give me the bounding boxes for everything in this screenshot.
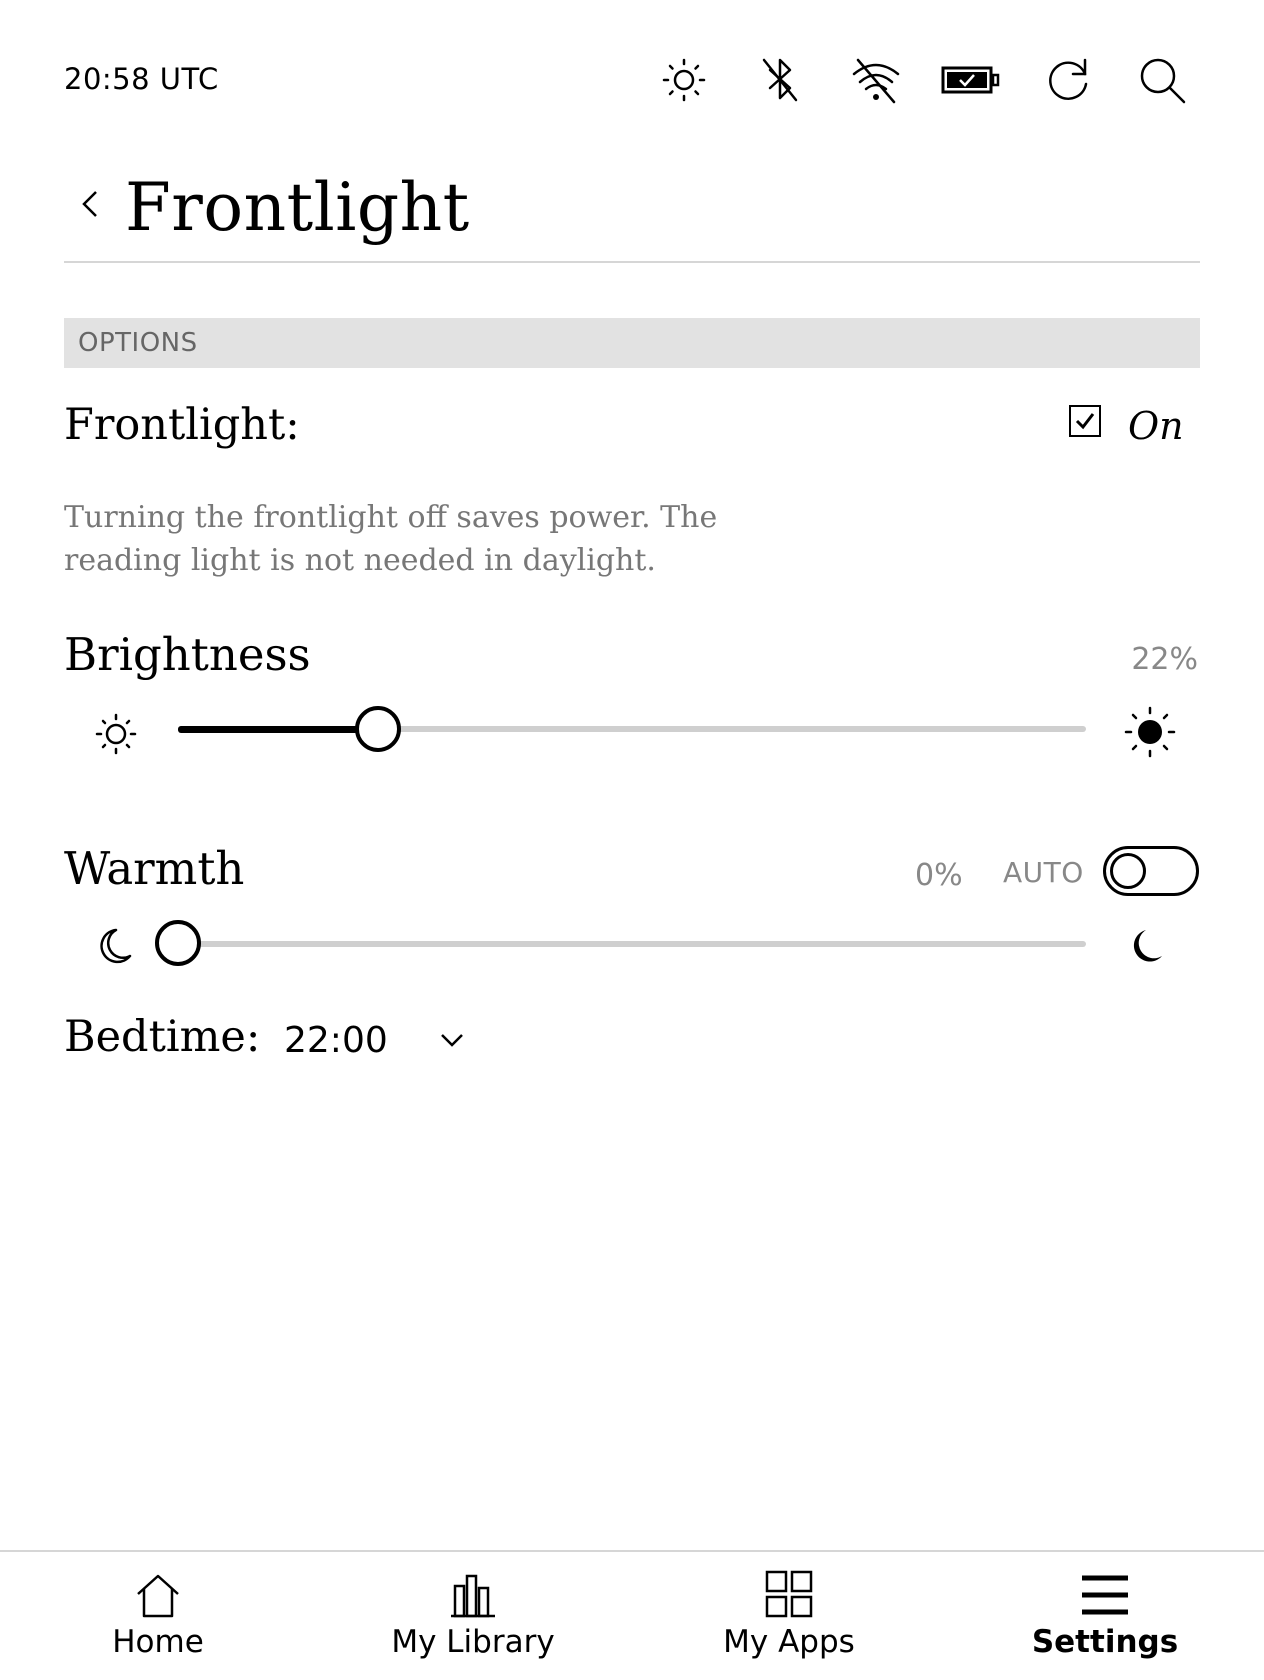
nav-my-library-label: My Library <box>391 1624 555 1660</box>
moon-filled-icon[interactable] <box>1122 922 1170 970</box>
options-section-header: OPTIONS <box>64 318 1200 368</box>
brightness-high-icon[interactable] <box>1120 702 1180 762</box>
auto-warmth-toggle[interactable] <box>1103 846 1199 896</box>
apps-icon <box>765 1570 813 1618</box>
nav-settings-label: Settings <box>1031 1624 1179 1660</box>
nav-home[interactable]: Home <box>28 1570 288 1660</box>
options-section-label: OPTIONS <box>78 328 198 358</box>
nav-home-label: Home <box>112 1624 204 1660</box>
page-title: Frontlight <box>125 169 470 246</box>
frontlight-state[interactable]: On <box>1128 404 1184 448</box>
bedtime-value[interactable]: 22:00 <box>284 1020 388 1061</box>
brightness-value: 22% <box>1131 642 1198 677</box>
warmth-track[interactable] <box>178 941 1086 947</box>
nav-my-library[interactable]: My Library <box>343 1570 603 1660</box>
divider <box>64 261 1200 263</box>
toggle-knob <box>1110 853 1146 889</box>
brightness-label: Brightness <box>64 628 311 681</box>
moon-outline-icon[interactable] <box>90 922 138 970</box>
nav-settings[interactable]: Settings <box>975 1570 1235 1660</box>
library-icon <box>451 1574 495 1618</box>
checkmark-icon <box>1075 413 1095 430</box>
warmth-knob[interactable] <box>155 920 201 966</box>
wifi-off-icon[interactable] <box>848 52 904 108</box>
nav-my-apps-label: My Apps <box>723 1624 855 1660</box>
nav-my-apps[interactable]: My Apps <box>659 1570 919 1660</box>
warmth-value: 0% <box>915 858 963 893</box>
status-clock: 20:58 UTC <box>64 62 219 96</box>
back-chevron-icon[interactable] <box>72 180 108 228</box>
frontlight-label: Frontlight: <box>64 400 300 450</box>
search-icon[interactable] <box>1134 52 1190 108</box>
warmth-label: Warmth <box>64 842 245 895</box>
settings-icon <box>1082 1575 1128 1615</box>
battery-charging-icon <box>940 52 1000 108</box>
brightness-low-icon[interactable] <box>88 706 144 762</box>
frontlight-description: Turning the frontlight off saves power. … <box>64 500 718 578</box>
sync-icon[interactable] <box>1040 52 1096 108</box>
frontlight-checkbox[interactable] <box>1069 405 1101 437</box>
home-icon <box>137 1574 179 1618</box>
brightness-fill <box>178 726 378 733</box>
sun-icon[interactable] <box>656 52 712 108</box>
chevron-down-icon[interactable] <box>434 1022 470 1058</box>
brightness-knob[interactable] <box>354 706 401 752</box>
bedtime-label: Bedtime: <box>64 1012 261 1062</box>
auto-label: AUTO <box>1003 856 1084 889</box>
bluetooth-off-icon[interactable] <box>752 52 808 108</box>
bottom-nav: Home My Library My Apps Settings <box>0 1550 1264 1680</box>
